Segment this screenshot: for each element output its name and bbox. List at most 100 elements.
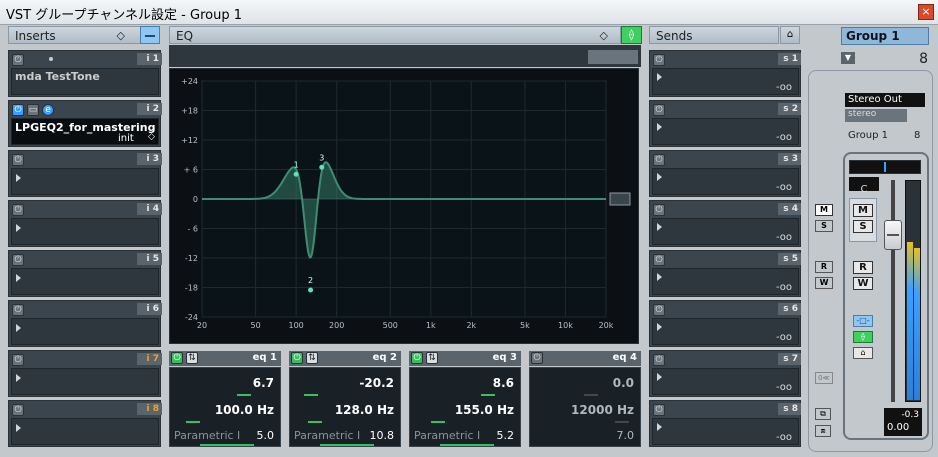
power-icon[interactable]: ⏻ [653,404,665,416]
paste-icon[interactable]: ⧈ [815,425,831,437]
insert-bypass-icon[interactable]: -□- [853,315,873,327]
power-icon[interactable]: ⏻ [12,304,24,316]
insert-plugin-field[interactable] [11,218,159,245]
eq-band-panel[interactable]: 8.6 155.0 Hz Parametric I 5.2 [409,367,521,447]
channel-menu-icon[interactable]: ▼ [841,52,855,64]
band-gain-bar[interactable] [237,394,252,396]
link-write-icon[interactable]: W [815,277,833,289]
sends-settings-icon[interactable]: ⌂ [780,26,800,44]
power-icon[interactable]: ⏻ [12,254,24,266]
fader-handle[interactable] [884,220,902,250]
band-frequency-value[interactable]: 12000 Hz [571,403,634,417]
send-select-icon[interactable] [657,323,662,331]
insert-select-icon[interactable] [16,424,21,432]
band-filter-type[interactable]: Parametric I [294,429,360,442]
power-icon[interactable]: ⏻ [12,354,24,366]
mute-button[interactable]: M [853,204,873,217]
preset-menu-icon[interactable]: ◇ [148,132,155,142]
band-gain-value[interactable]: 8.6 [493,376,514,390]
band-filter-type[interactable]: Parametric I [174,429,240,442]
send-select-icon[interactable] [657,173,662,181]
band-gain-value[interactable]: -20.2 [359,376,394,390]
insert-select-icon[interactable] [16,374,21,382]
write-button[interactable]: W [853,277,873,290]
eq-band-panel[interactable]: 0.0 12000 Hz 7.0 [529,367,641,447]
power-icon[interactable]: ⏻ [653,54,665,66]
link-solo-icon[interactable]: S [815,220,833,232]
power-icon[interactable]: ⏻ [653,254,665,266]
link-read-icon[interactable]: R [815,261,833,273]
send-bypass-icon[interactable]: ⌂ [853,347,873,359]
power-icon[interactable]: ⏻ [12,154,24,166]
send-select-icon[interactable] [657,123,662,131]
send-select-icon[interactable] [657,273,662,281]
power-icon[interactable]: ⏻ [653,304,665,316]
send-destination-field[interactable]: -oo [652,368,799,395]
send-destination-field[interactable]: -oo [652,168,799,195]
send-destination-field[interactable]: -oo [652,68,799,95]
edit-icon[interactable]: e [42,104,54,116]
send-destination-field[interactable]: -oo [652,318,799,345]
power-icon[interactable]: ⏻ [12,204,24,216]
close-button[interactable]: × [918,4,934,20]
insert-plugin-field[interactable] [11,318,159,345]
band-gain-bar[interactable] [481,394,496,396]
band-frequency-value[interactable]: 100.0 Hz [215,403,274,417]
send-select-icon[interactable] [657,423,662,431]
band-q-value[interactable]: 7.0 [617,429,635,442]
power-icon[interactable]: ⏻ [12,404,24,416]
pan-control[interactable] [849,160,921,174]
insert-plugin-field[interactable]: mda TestTone [11,68,159,95]
read-button[interactable]: R [853,261,873,274]
insert-plugin-field[interactable]: LPGEQ2_for_mastering init ◇ [11,118,159,145]
band-q-bar[interactable] [200,444,254,446]
insert-plugin-field[interactable] [11,368,159,395]
band-gain-bar[interactable] [303,394,318,396]
band-frequency-bar[interactable] [614,421,629,423]
band-power-icon[interactable]: ⏻ [291,352,303,364]
send-select-icon[interactable] [657,223,662,231]
eq-preset-icon[interactable]: ◇ [600,27,608,45]
band-gain-value[interactable]: 0.0 [613,376,634,390]
eq-graph[interactable]: 20 50 100 200 500 1k 2k 5k 10k 20k +24 +18 +12 + 6 0 - … [169,68,639,344]
bypass-icon[interactable]: ▭ [27,104,39,116]
send-select-icon[interactable] [657,373,662,381]
insert-select-icon[interactable] [16,324,21,332]
band-q-bar[interactable] [440,444,494,446]
insert-select-icon[interactable] [16,274,21,282]
solo-button[interactable]: S [853,220,873,233]
eq-band-panel[interactable]: 6.7 100.0 Hz Parametric I 5.0 [169,367,281,447]
power-icon[interactable]: ⏻ [12,104,24,116]
band-power-icon[interactable]: ⏻ [531,352,543,364]
eq-band-handle[interactable] [319,164,325,170]
link-mute-icon[interactable]: M [815,204,833,216]
output-routing[interactable]: Stereo Out [845,93,925,107]
eq-band-panel[interactable]: -20.2 128.0 Hz Parametric I 10.8 [289,367,401,447]
power-icon[interactable]: ⏻ [653,154,665,166]
band-gain-bar[interactable] [584,394,598,396]
band-type-icon[interactable]: ⇅ [306,352,318,364]
band-q-value[interactable]: 5.2 [497,429,515,442]
power-icon[interactable]: ⏻ [653,104,665,116]
eq-curve-svg[interactable]: 20 50 100 200 500 1k 2k 5k 10k 20k +24 +18 +12 + 6 0 - … [170,69,638,343]
insert-select-icon[interactable] [16,174,21,182]
band-q-bar[interactable] [320,444,374,446]
band-type-icon[interactable]: ⇅ [186,352,198,364]
band-frequency-value[interactable]: 155.0 Hz [455,403,514,417]
band-power-icon[interactable]: ⏻ [411,352,423,364]
copy-icon[interactable]: ⧉ [815,408,831,420]
band-power-icon[interactable]: ⏻ [171,352,183,364]
send-select-icon[interactable] [657,73,662,81]
band-type-icon[interactable]: ⇅ [426,352,438,364]
eq-display-toggle-icon[interactable] [609,192,631,206]
insert-plugin-field[interactable] [11,268,159,295]
band-frequency-value[interactable]: 128.0 Hz [335,403,394,417]
insert-plugin-field[interactable] [11,418,159,445]
send-destination-field[interactable]: -oo [652,218,799,245]
insert-plugin-field[interactable] [11,168,159,195]
fader-track[interactable] [891,180,895,402]
power-icon[interactable]: ⏻ [653,354,665,366]
band-frequency-bar[interactable] [431,421,446,423]
insert-select-icon[interactable] [16,224,21,232]
eq-band-handle[interactable] [293,171,299,177]
